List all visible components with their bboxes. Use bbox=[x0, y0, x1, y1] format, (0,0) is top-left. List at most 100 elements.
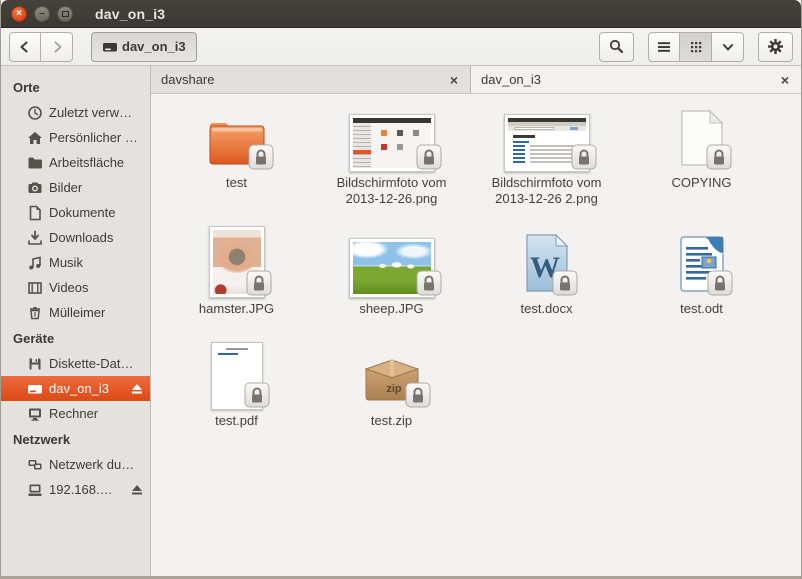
window-close-button[interactable]: × bbox=[11, 6, 27, 22]
svg-text:zip: zip bbox=[386, 383, 402, 395]
list-view-button[interactable] bbox=[648, 32, 680, 62]
window-maximize-button[interactable] bbox=[57, 6, 73, 22]
file-name: test bbox=[226, 175, 247, 191]
sidebar-item-label: Dokumente bbox=[49, 205, 115, 220]
file-item-sheep[interactable]: sheep.JPG bbox=[314, 226, 469, 338]
eject-icon bbox=[130, 483, 144, 497]
network-icon bbox=[27, 457, 43, 473]
maximize-icon bbox=[62, 11, 69, 17]
eject-button[interactable] bbox=[130, 382, 144, 396]
pictures-icon bbox=[27, 180, 43, 196]
sidebar-item-home[interactable]: Persönlicher … bbox=[1, 125, 150, 150]
file-item-copying[interactable]: COPYING bbox=[624, 100, 779, 226]
floppy-icon bbox=[27, 356, 43, 372]
sidebar-item-desktop[interactable]: Arbeitsfläche bbox=[1, 150, 150, 175]
server-icon bbox=[27, 482, 43, 498]
file-name: hamster.JPG bbox=[199, 301, 274, 317]
file-item-screenshot-1[interactable]: Bildschirmfoto vom 2013-12-26.png bbox=[314, 100, 469, 226]
tab-bar: davshare × dav_on_i3 × bbox=[151, 66, 801, 94]
toolbar: dav_on_i3 bbox=[1, 28, 801, 66]
tab-label: dav_on_i3 bbox=[481, 72, 779, 87]
forward-button[interactable] bbox=[41, 32, 73, 62]
file-item-screenshot-2[interactable]: Bildschirmfoto vom 2013-12-26 2.png bbox=[469, 100, 624, 226]
tab-close-icon[interactable]: × bbox=[448, 72, 460, 88]
sidebar-item-trash[interactable]: Mülleimer bbox=[1, 300, 150, 325]
location-path-button[interactable]: dav_on_i3 bbox=[91, 32, 197, 62]
lock-emblem-icon bbox=[246, 270, 272, 301]
sidebar-item-label: Mülleimer bbox=[49, 305, 105, 320]
window-minimize-button[interactable]: – bbox=[34, 6, 50, 22]
file-item-pdf[interactable]: test.pdf bbox=[159, 338, 314, 458]
sidebar-item-videos[interactable]: Videos bbox=[1, 275, 150, 300]
file-name: Bildschirmfoto vom 2013-12-26 2.png bbox=[478, 175, 616, 207]
sidebar-item-label: Arbeitsfläche bbox=[49, 155, 124, 170]
sidebar-item-recent[interactable]: Zuletzt verw… bbox=[1, 100, 150, 125]
computer-icon bbox=[27, 406, 43, 422]
grid-view-button[interactable] bbox=[680, 32, 712, 62]
tab-label: davshare bbox=[161, 72, 448, 87]
sidebar-item-label: Bilder bbox=[49, 180, 82, 195]
tab-davshare[interactable]: davshare × bbox=[151, 66, 471, 93]
eject-button[interactable] bbox=[130, 483, 144, 497]
close-icon: × bbox=[16, 9, 22, 19]
documents-icon bbox=[27, 205, 43, 221]
eject-icon bbox=[130, 382, 144, 396]
file-name: test.docx bbox=[520, 301, 572, 317]
lock-emblem-icon bbox=[707, 270, 733, 301]
home-icon bbox=[27, 130, 43, 146]
sidebar-section-places: Orte bbox=[1, 74, 150, 100]
settings-button[interactable] bbox=[758, 32, 793, 62]
file-item-odt[interactable]: test.odt bbox=[624, 226, 779, 338]
music-icon bbox=[27, 255, 43, 271]
file-item-hamster[interactable]: hamster.JPG bbox=[159, 226, 314, 338]
grid-view-icon bbox=[688, 39, 704, 55]
file-item-test-folder[interactable]: test bbox=[159, 100, 314, 226]
sidebar-item-label: dav_on_i3 bbox=[49, 381, 109, 396]
file-name: test.pdf bbox=[215, 413, 258, 429]
sidebar-item-label: Netzwerk du… bbox=[49, 457, 134, 472]
sidebar-item-label: Diskette-Dat… bbox=[49, 356, 134, 371]
titlebar: × – dav_on_i3 bbox=[1, 0, 801, 28]
file-name: test.zip bbox=[371, 413, 412, 429]
sidebar-item-dav-on-i3[interactable]: dav_on_i3 bbox=[1, 376, 150, 401]
sidebar-item-documents[interactable]: Dokumente bbox=[1, 200, 150, 225]
view-mode-switcher bbox=[648, 32, 744, 62]
lock-emblem-icon bbox=[416, 144, 442, 175]
sidebar-item-computer[interactable]: Rechner bbox=[1, 401, 150, 426]
downloads-icon bbox=[27, 230, 43, 246]
view-options-dropdown[interactable] bbox=[712, 32, 744, 62]
sidebar-item-music[interactable]: Musik bbox=[1, 250, 150, 275]
chevron-left-icon bbox=[17, 39, 33, 55]
file-item-docx[interactable]: W test.docx bbox=[469, 226, 624, 338]
sidebar-section-network: Netzwerk bbox=[1, 426, 150, 452]
lock-emblem-icon bbox=[706, 144, 732, 175]
tab-close-icon[interactable]: × bbox=[779, 72, 791, 88]
file-item-zip[interactable]: zip test.zip bbox=[314, 338, 469, 458]
drive-icon bbox=[27, 381, 43, 397]
sidebar-item-pictures[interactable]: Bilder bbox=[1, 175, 150, 200]
chevron-down-icon bbox=[720, 39, 736, 55]
location-path-label: dav_on_i3 bbox=[122, 39, 186, 54]
gear-icon bbox=[767, 38, 784, 55]
places-sidebar: Orte Zuletzt verw… Persönlicher … Arbeit… bbox=[1, 66, 151, 576]
desktop-icon bbox=[27, 155, 43, 171]
videos-icon bbox=[27, 280, 43, 296]
lock-emblem-icon bbox=[552, 270, 578, 301]
sidebar-item-downloads[interactable]: Downloads bbox=[1, 225, 150, 250]
tab-dav-on-i3[interactable]: dav_on_i3 × bbox=[471, 66, 801, 93]
minimize-icon: – bbox=[39, 9, 45, 19]
search-icon bbox=[608, 38, 625, 55]
sidebar-item-remote-server[interactable]: 192.168.… bbox=[1, 477, 150, 502]
file-view: test bbox=[151, 94, 801, 576]
sidebar-item-label: Persönlicher … bbox=[49, 130, 138, 145]
back-button[interactable] bbox=[9, 32, 41, 62]
file-manager-window: × – dav_on_i3 dav_on_i3 bbox=[0, 0, 802, 579]
lock-emblem-icon bbox=[416, 270, 442, 301]
sidebar-item-label: Downloads bbox=[49, 230, 113, 245]
sidebar-item-label: Zuletzt verw… bbox=[49, 105, 132, 120]
sidebar-section-devices: Geräte bbox=[1, 325, 150, 351]
search-button[interactable] bbox=[599, 32, 634, 62]
lock-emblem-icon bbox=[571, 144, 597, 175]
sidebar-item-browse-network[interactable]: Netzwerk du… bbox=[1, 452, 150, 477]
sidebar-item-floppy[interactable]: Diskette-Dat… bbox=[1, 351, 150, 376]
